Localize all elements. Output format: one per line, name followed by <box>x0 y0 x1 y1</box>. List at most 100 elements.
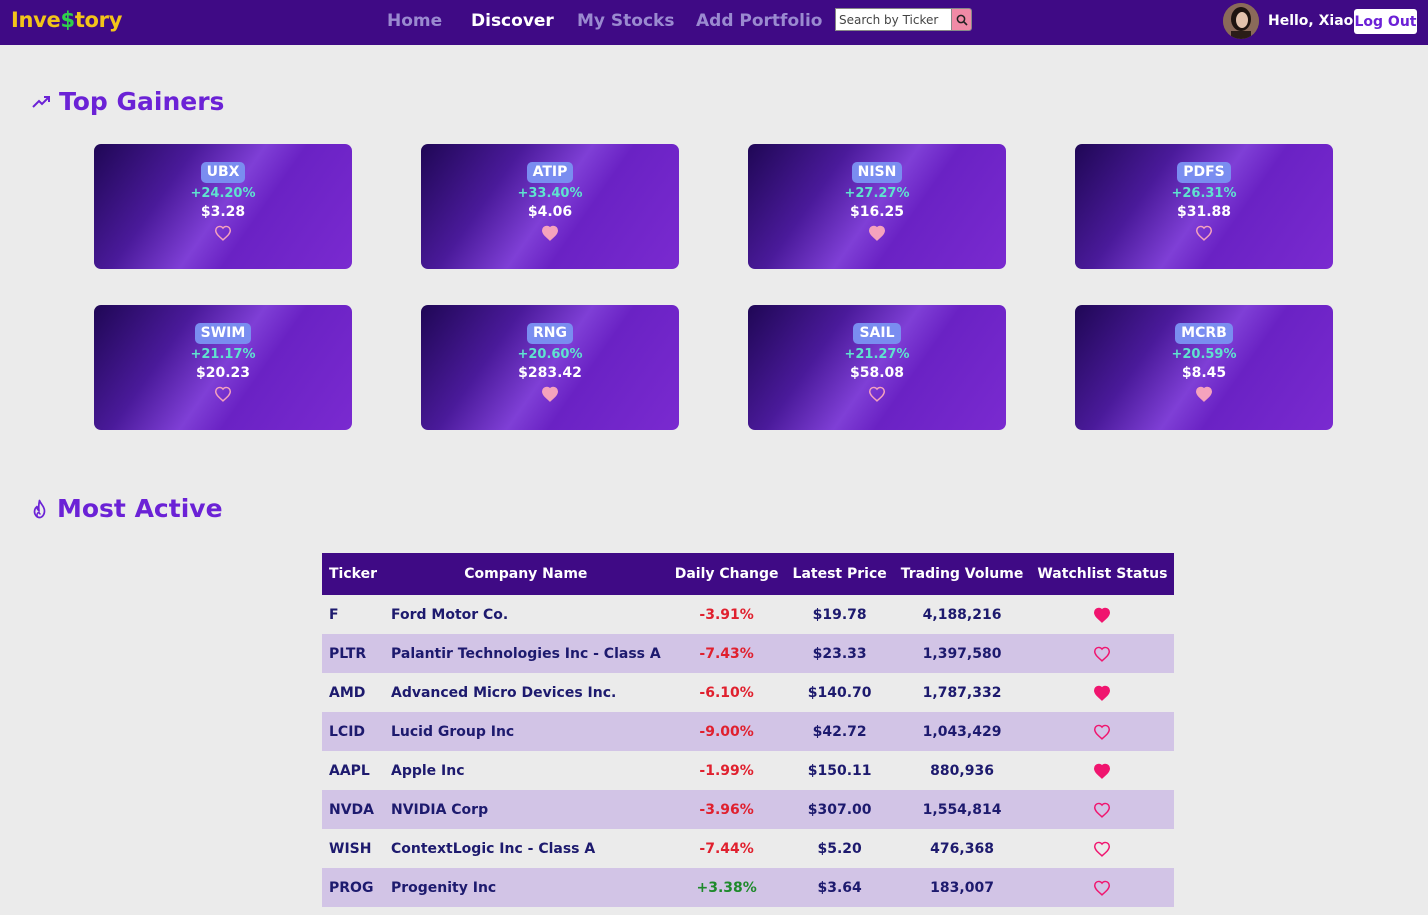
heart-icon[interactable] <box>1093 685 1111 701</box>
row-ticker: F <box>329 606 339 623</box>
heart-icon[interactable] <box>1093 802 1111 818</box>
gainer-ticker: NISN <box>851 162 903 183</box>
row-watchlist <box>1030 829 1174 868</box>
gainer-card[interactable]: ATIP +33.40% $4.06 <box>421 144 679 269</box>
row-company: Ford Motor Co. <box>390 606 509 623</box>
gainer-card[interactable]: PDFS +26.31% $31.88 <box>1075 144 1333 269</box>
heart-icon[interactable] <box>1093 880 1111 896</box>
table-row[interactable]: AAPL Apple Inc -1.99% $150.11 880,936 <box>322 751 1174 790</box>
row-change: +3.38% <box>667 868 786 907</box>
gainer-card[interactable]: UBX +24.20% $3.28 <box>94 144 352 269</box>
table-row[interactable]: LCID Lucid Group Inc -9.00% $42.72 1,043… <box>322 712 1175 751</box>
gainer-change: +21.27% <box>844 347 910 362</box>
table-row[interactable]: NVDA NVIDIA Corp -3.96% $307.00 1,554,81… <box>322 790 1175 829</box>
row-change: -7.44% <box>699 840 754 857</box>
row-volume: 1,554,814 <box>893 790 1031 829</box>
gainer-price: $3.28 <box>200 204 246 220</box>
table-row[interactable]: PLTR Palantir Technologies Inc - Class A… <box>322 634 1175 673</box>
row-watchlist <box>1030 868 1175 907</box>
row-volume: 476,368 <box>930 840 994 857</box>
heart-icon[interactable] <box>868 225 886 241</box>
row-watchlist <box>1030 790 1175 829</box>
gainer-card[interactable]: SAIL +21.27% $58.08 <box>748 305 1006 430</box>
row-change: -6.10% <box>699 684 754 701</box>
nav-add-portfolio-link[interactable]: Add Portfolio <box>696 11 822 31</box>
logout-button[interactable]: Log Out <box>1354 9 1417 34</box>
heart-icon[interactable] <box>1093 763 1111 779</box>
gainer-change: +21.17% <box>190 347 256 362</box>
row-watchlist <box>1030 712 1175 751</box>
row-company: Advanced Micro Devices Inc. <box>390 684 617 701</box>
row-company: NVIDIA Corp <box>383 790 668 829</box>
gainer-change: +20.60% <box>517 347 583 362</box>
col-ticker-header: Ticker <box>322 553 384 595</box>
heart-icon[interactable] <box>1093 724 1111 740</box>
gainer-price: $8.45 <box>1181 365 1227 381</box>
nav-home-link[interactable]: Home <box>387 11 442 31</box>
table-row[interactable]: AMD Advanced Micro Devices Inc. -6.10% $… <box>322 673 1174 712</box>
table-row[interactable]: WISH ContextLogic Inc - Class A -7.44% $… <box>322 829 1174 868</box>
gainer-card[interactable]: RNG +20.60% $283.42 <box>421 305 679 430</box>
row-price: $307.00 <box>785 790 894 829</box>
row-price: $19.78 <box>812 606 867 623</box>
user-avatar[interactable] <box>1223 3 1259 39</box>
heart-icon[interactable] <box>214 225 232 241</box>
row-change: -1.99% <box>699 762 754 779</box>
heart-icon[interactable] <box>1195 386 1213 402</box>
logo-prefix: Inve <box>11 8 61 32</box>
row-price: $140.70 <box>807 684 872 701</box>
row-ticker: WISH <box>329 840 372 857</box>
nav-my-stocks-link[interactable]: My Stocks <box>577 11 674 31</box>
gainer-price: $31.88 <box>1176 204 1232 220</box>
row-ticker: AMD <box>329 684 366 701</box>
row-watchlist <box>1030 595 1174 634</box>
nav-discover-link[interactable]: Discover <box>471 11 554 31</box>
col-company-header: Company Name <box>383 553 668 595</box>
row-ticker: PROG <box>322 868 384 907</box>
gainer-card[interactable]: NISN +27.27% $16.25 <box>748 144 1006 269</box>
ticker-search-input[interactable] <box>835 8 952 31</box>
search-button[interactable] <box>952 8 972 31</box>
row-price: $42.72 <box>785 712 894 751</box>
row-ticker: PLTR <box>322 634 384 673</box>
col-watchlist-header: Watchlist Status <box>1030 553 1175 595</box>
row-volume: 1,787,332 <box>922 684 1002 701</box>
heart-icon[interactable] <box>214 386 232 402</box>
logo-dollar: $ <box>60 8 76 32</box>
table-header-row: Ticker Company Name Daily Change Latest … <box>322 553 1175 595</box>
table-row[interactable]: F Ford Motor Co. -3.91% $19.78 4,188,216 <box>322 595 1174 634</box>
row-ticker: AAPL <box>329 762 370 779</box>
logo-suffix: tory <box>74 8 123 32</box>
col-change-header: Daily Change <box>667 553 786 595</box>
heart-icon[interactable] <box>1195 225 1213 241</box>
gainer-change: +24.20% <box>190 186 256 201</box>
row-price: $23.33 <box>785 634 894 673</box>
heart-icon[interactable] <box>1093 607 1111 623</box>
row-change: -3.96% <box>667 790 786 829</box>
gainer-ticker: RNG <box>527 323 573 344</box>
row-watchlist <box>1030 673 1174 712</box>
gainer-ticker: PDFS <box>1177 162 1231 183</box>
row-price: $5.20 <box>817 840 862 857</box>
heart-icon[interactable] <box>1093 841 1111 857</box>
col-volume-header: Trading Volume <box>893 553 1031 595</box>
row-change: -3.91% <box>699 606 754 623</box>
gainer-card[interactable]: MCRB +20.59% $8.45 <box>1075 305 1333 430</box>
table-row[interactable]: PROG Progenity Inc +3.38% $3.64 183,007 <box>322 868 1175 907</box>
trending-up-icon <box>32 96 50 108</box>
row-watchlist <box>1030 634 1175 673</box>
row-company: ContextLogic Inc - Class A <box>390 840 596 857</box>
row-company: Apple Inc <box>390 762 465 779</box>
gainer-card[interactable]: SWIM +21.17% $20.23 <box>94 305 352 430</box>
row-watchlist <box>1030 751 1174 790</box>
app-logo[interactable]: Inve$tory <box>11 8 122 32</box>
heart-icon[interactable] <box>1093 646 1111 662</box>
heart-icon[interactable] <box>541 225 559 241</box>
heart-icon[interactable] <box>868 386 886 402</box>
row-volume: 1,043,429 <box>893 712 1031 751</box>
gainer-ticker: UBX <box>200 162 246 183</box>
heart-icon[interactable] <box>541 386 559 402</box>
fire-icon <box>33 499 46 519</box>
gainer-change: +33.40% <box>517 186 583 201</box>
gainer-change: +27.27% <box>844 186 910 201</box>
